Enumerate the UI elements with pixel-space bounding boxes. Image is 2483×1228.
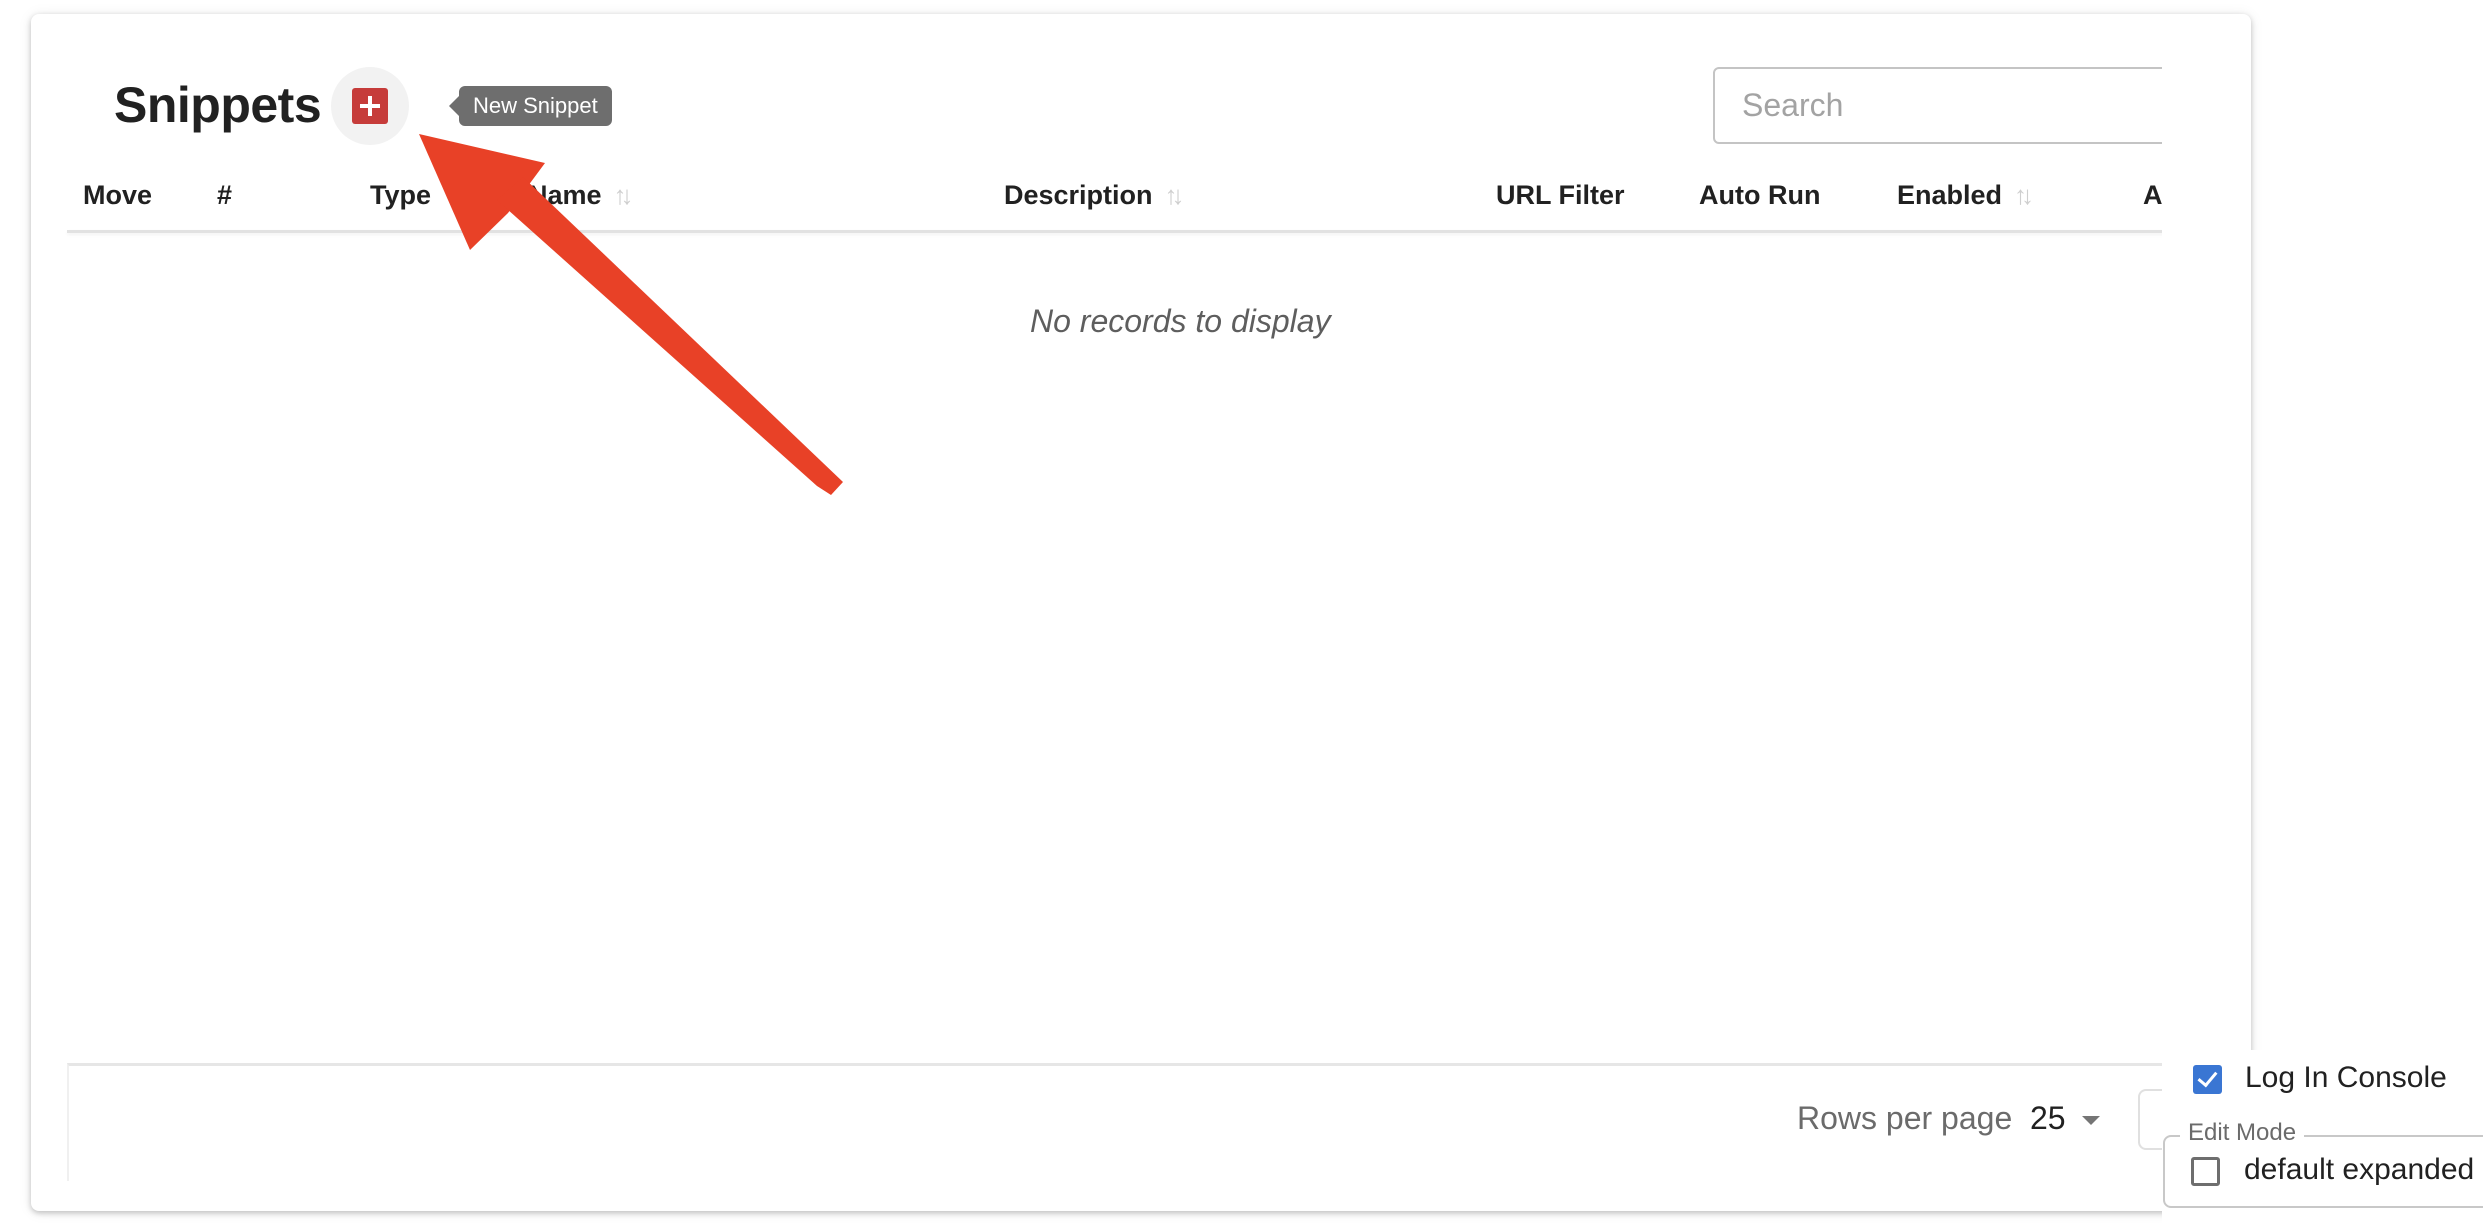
column-label: Enabled: [1897, 180, 2003, 210]
rows-per-page-label: Rows per page: [1797, 1100, 2013, 1136]
snippets-panel: Snippets New Snippet Move # Type Name ↑↓ …: [0, 0, 2162, 1228]
header-divider: [67, 230, 2162, 233]
edit-mode-legend: Edit Mode: [2180, 1119, 2305, 1147]
default-expanded-checkbox[interactable]: [2191, 1157, 2220, 1186]
new-snippet-button[interactable]: [331, 67, 409, 145]
column-label: URL Filter: [1496, 180, 1625, 210]
rows-per-page-select[interactable]: 25: [2030, 1100, 2100, 1137]
page-title: Snippets: [114, 77, 322, 133]
default-expanded-label[interactable]: default expanded: [2244, 1153, 2474, 1187]
sort-icon[interactable]: ↑↓: [1165, 180, 1185, 211]
plus-square-icon: [352, 88, 388, 124]
caret-down-icon: [2081, 1116, 2100, 1126]
column-label: Description: [1004, 180, 1153, 210]
column-label: Type: [370, 180, 432, 210]
log-in-console-label[interactable]: Log In Console: [2245, 1061, 2447, 1095]
column-header-number: #: [217, 180, 232, 211]
log-in-console-checkbox[interactable]: [2193, 1065, 2222, 1094]
search-input[interactable]: [1713, 67, 2162, 144]
empty-message: No records to display: [1030, 303, 1331, 339]
column-label: A: [2143, 180, 2162, 210]
column-label: Name: [528, 180, 602, 210]
pagination-controls[interactable]: [2138, 1089, 2162, 1150]
column-header-actions: A: [2143, 180, 2162, 211]
column-header-name[interactable]: Name ↑↓: [528, 180, 634, 211]
column-header-enabled[interactable]: Enabled ↑↓: [1897, 180, 2034, 211]
column-header-type: Type: [370, 180, 431, 211]
column-header-move: Move: [83, 180, 152, 211]
table-header: Move # Type Name ↑↓ Description ↑↓ URL Fil…: [67, 170, 2162, 232]
column-header-url-filter: URL Filter: [1496, 180, 1625, 211]
rows-per-page-value: 25: [2030, 1100, 2066, 1136]
column-header-auto-run: Auto Run: [1699, 180, 1820, 211]
new-snippet-tooltip: New Snippet: [449, 86, 612, 126]
column-label: #: [217, 180, 233, 210]
sort-icon[interactable]: ↑↓: [614, 180, 634, 211]
column-header-description[interactable]: Description ↑↓: [1004, 180, 1185, 211]
column-label: Move: [83, 180, 153, 210]
column-label: Auto Run: [1699, 180, 1821, 210]
sort-icon[interactable]: ↑↓: [2014, 180, 2034, 211]
